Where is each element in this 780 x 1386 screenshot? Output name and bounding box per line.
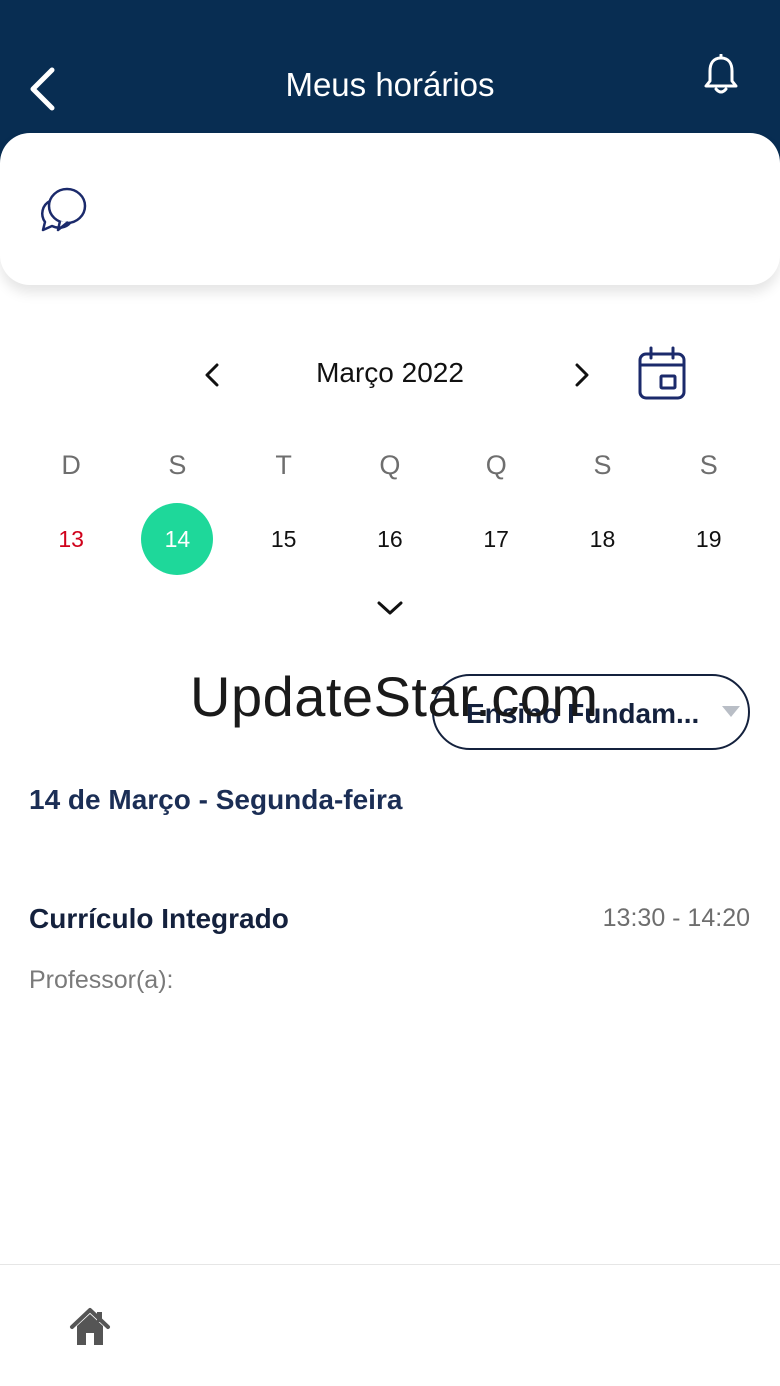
weekday-header: D S T Q Q S S [18, 450, 762, 481]
date-number: 16 [377, 525, 403, 552]
date-number: 17 [483, 525, 509, 552]
date-number: 14 [141, 503, 214, 575]
previous-month-button[interactable] [190, 353, 234, 397]
chevron-right-icon [575, 363, 589, 387]
date-number: 18 [589, 525, 616, 552]
weekday-label: S [168, 450, 187, 480]
weekday-label: S [699, 450, 718, 480]
next-month-button[interactable] [560, 353, 604, 397]
class-teacher: Professor(a): [29, 966, 174, 994]
chevron-down-icon [377, 601, 403, 615]
weekday-label: S [593, 450, 612, 480]
bell-icon [704, 54, 738, 94]
class-time: 13:30 - 14:20 [602, 904, 750, 932]
chevron-left-icon [205, 363, 219, 387]
weekday-label: Q [485, 450, 507, 480]
date-cell[interactable]: 18 [549, 503, 655, 575]
date-cell[interactable]: 15 [231, 503, 337, 575]
weekday-label: D [61, 450, 81, 480]
home-button[interactable] [68, 1305, 112, 1349]
expand-calendar-button[interactable] [368, 590, 412, 626]
bottom-navigation [0, 1264, 780, 1386]
date-number: 15 [270, 525, 297, 552]
date-cell[interactable]: 19 [656, 503, 762, 575]
watermark: UpdateStar.com [190, 665, 599, 728]
week-dates: 13 14 15 16 17 18 19 [18, 503, 762, 575]
month-label: Março 2022 [316, 357, 464, 388]
caret-down-icon [722, 706, 740, 717]
home-icon [70, 1308, 110, 1345]
selected-day-heading: 14 de Março - Segunda-feira [29, 784, 403, 815]
date-cell[interactable]: 17 [443, 503, 549, 575]
page-title: Meus horários [285, 66, 495, 103]
weekday-label: T [275, 450, 292, 480]
info-card [0, 133, 780, 285]
calendar-picker-button[interactable] [634, 345, 690, 403]
date-number: 13 [58, 525, 84, 552]
date-cell[interactable]: 16 [337, 503, 443, 575]
class-title[interactable]: Currículo Integrado [29, 903, 289, 935]
date-cell[interactable]: 13 [18, 503, 124, 575]
date-number: 19 [695, 525, 722, 552]
month-navigator: Março 2022 [0, 345, 780, 405]
weekday-label: Q [379, 450, 401, 480]
date-cell-selected[interactable]: 14 [124, 503, 230, 575]
notifications-button[interactable] [698, 50, 744, 100]
chat-bubbles-icon[interactable] [36, 183, 92, 239]
calendar-icon [638, 346, 686, 400]
